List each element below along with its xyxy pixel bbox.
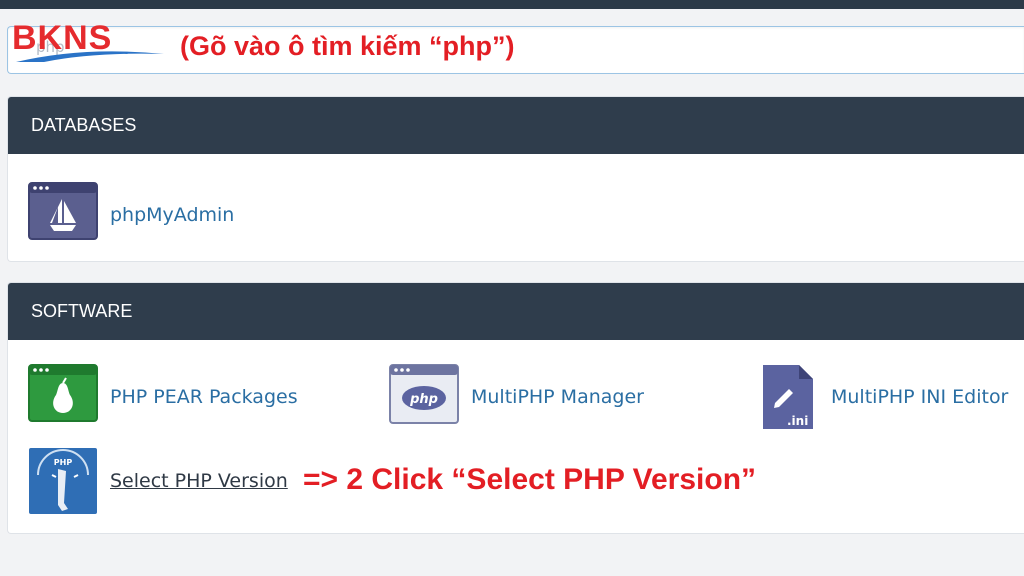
software-header: SOFTWARE (8, 283, 1024, 340)
databases-header: DATABASES (8, 97, 1024, 154)
pear-icon (28, 364, 98, 422)
brand-logo: BKNS (12, 18, 172, 68)
databases-panel: DATABASES phpMyAdmin (7, 96, 1024, 262)
annotation-step-1: (Gõ vào ô tìm kiếm “php”) (180, 31, 515, 61)
logo-swoosh-icon (16, 51, 164, 62)
php-window-icon: php (389, 364, 459, 424)
multiphp-ini-editor-label[interactable]: MultiPHP INI Editor (831, 386, 1008, 408)
multiphp-ini-editor-item[interactable]: .ini MultiPHP INI Editor (749, 363, 1008, 431)
phpmyadmin-item[interactable]: phpMyAdmin (28, 181, 234, 249)
select-php-version-item[interactable]: PHP Select PHP Version (28, 447, 288, 515)
annotation-step-2: => 2 Click “Select PHP Version” (303, 463, 757, 496)
phpmyadmin-label[interactable]: phpMyAdmin (110, 204, 234, 226)
svg-text:PHP: PHP (54, 458, 73, 467)
php-pear-packages-label[interactable]: PHP PEAR Packages (110, 386, 298, 408)
top-bar (0, 0, 1024, 9)
svg-text:.ini: .ini (787, 414, 808, 428)
php-gauge-icon: PHP (29, 448, 97, 514)
phpmyadmin-icon (28, 182, 98, 240)
ini-file-icon: .ini (763, 365, 813, 429)
multiphp-manager-label[interactable]: MultiPHP Manager (471, 386, 644, 408)
svg-text:php: php (409, 392, 438, 407)
select-php-version-link[interactable]: Select PHP Version (110, 470, 288, 492)
php-pear-packages-item[interactable]: PHP PEAR Packages (28, 363, 298, 431)
multiphp-manager-item[interactable]: php MultiPHP Manager (389, 363, 644, 431)
